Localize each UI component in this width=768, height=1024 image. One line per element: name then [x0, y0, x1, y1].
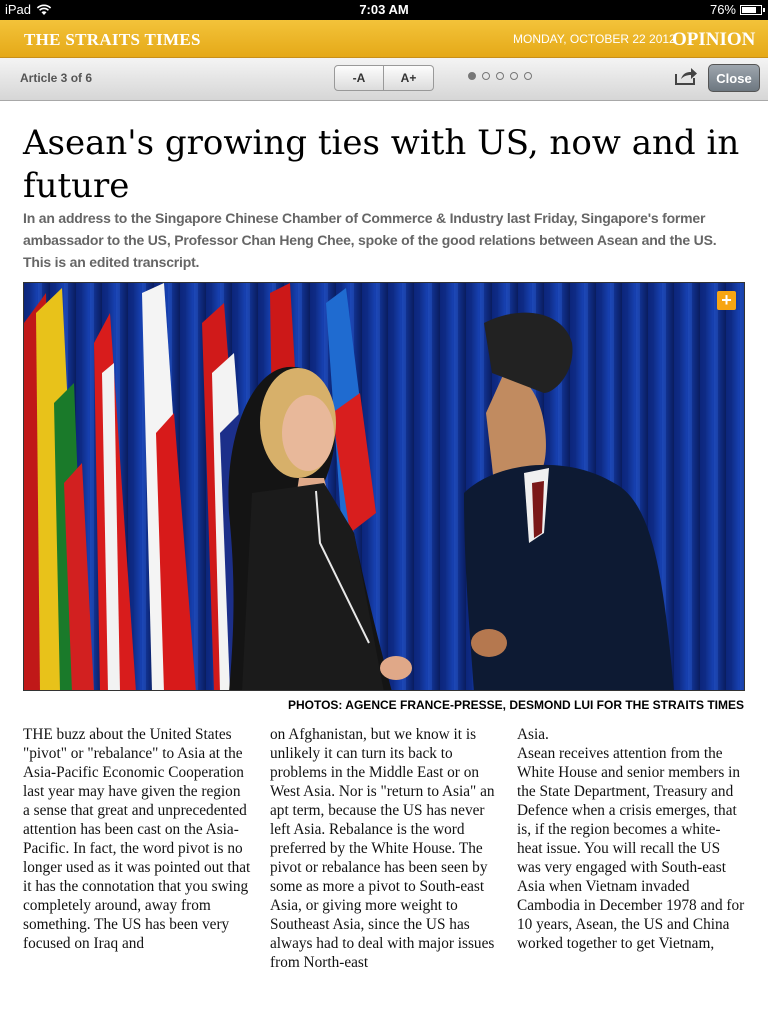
section-name: OPINION	[672, 29, 756, 50]
brand-logo: THE STRAITS TIMES	[24, 30, 201, 49]
decrease-font-button[interactable]: -A	[334, 65, 384, 91]
battery-icon	[740, 4, 765, 15]
page-dot[interactable]	[468, 72, 476, 80]
body-column-2: on Afghanistan, but we know it is unlike…	[270, 726, 495, 971]
article-toolbar: Article 3 of 6 -A A+	[0, 58, 768, 101]
article-standfirst: In an address to the Singapore Chinese C…	[23, 210, 717, 270]
close-button[interactable]: Close	[708, 64, 760, 92]
page-dot[interactable]	[482, 72, 490, 80]
photo-credit: PHOTOS: AGENCE FRANCE-PRESSE, DESMOND LU…	[287, 698, 744, 712]
body-column-1: THE buzz about the United States "pivot"…	[23, 726, 251, 952]
article-photo[interactable]	[23, 282, 745, 691]
photo-illustration	[24, 283, 744, 690]
page-dot[interactable]	[496, 72, 504, 80]
article-headline: Asean's growing ties with US, now and in…	[23, 123, 740, 206]
status-bar: iPad 7:03 AM 76%	[0, 0, 768, 20]
body-column-3: Asia. Asean receives attention from the …	[517, 726, 745, 952]
page-dot[interactable]	[510, 72, 518, 80]
clock: 7:03 AM	[359, 2, 409, 17]
font-size-control: -A A+	[334, 65, 434, 91]
masthead: THE STRAITS TIMES MONDAY, OCTOBER 22 201…	[0, 20, 768, 58]
share-icon[interactable]	[674, 66, 698, 86]
expand-photo-icon[interactable]: +	[717, 291, 736, 310]
issue-date: MONDAY, OCTOBER 22 2012	[513, 32, 676, 46]
page-indicator[interactable]	[468, 72, 532, 80]
page-dot[interactable]	[524, 72, 532, 80]
battery-percent: 76%	[709, 2, 736, 17]
article-counter: Article 3 of 6	[20, 71, 93, 85]
increase-font-button[interactable]: A+	[384, 65, 434, 91]
